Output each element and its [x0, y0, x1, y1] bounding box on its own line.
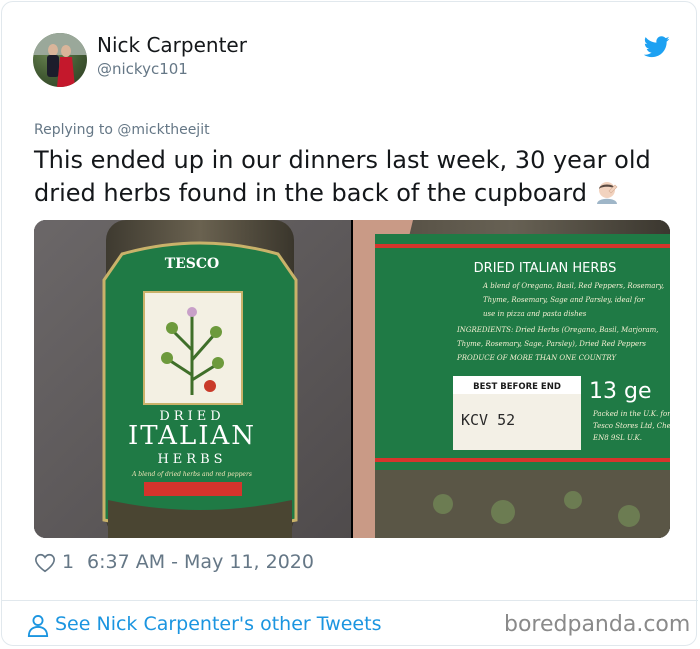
label-tagline: A blend of dried herbs and red peppers [131, 471, 252, 478]
ingredients-line-6: PRODUCE OF MORE THAN ONE COUNTRY [456, 354, 617, 362]
ingredients-line-1: A blend of Oregano, Basil, Red Peppers, … [482, 282, 664, 290]
replying-prefix: Replying to [34, 122, 113, 138]
twitter-bird-icon[interactable] [644, 36, 670, 58]
divider [2, 600, 698, 601]
packed-line-2: Tesco Stores Ltd, Cheshunt [593, 422, 670, 430]
replying-handle-link[interactable]: @micktheejit [117, 122, 209, 138]
author-name[interactable]: Nick Carpenter [97, 33, 247, 57]
timestamp-link[interactable]: 6:37 AM - May 11, 2020 [87, 551, 314, 573]
tweet-text: This ended up in our dinners last week, … [34, 144, 674, 210]
net-weight: 13 ge [589, 379, 652, 404]
brand-label: TESCO [165, 256, 220, 272]
man-facepalming-emoji-icon [596, 182, 618, 204]
best-before-label: BEST BEFORE END [473, 382, 561, 392]
label-word-herbs: HERBS [157, 452, 226, 467]
ingredients-line-2: Thyme, Rosemary, Sage and Parsley, ideal… [483, 296, 645, 304]
replying-to: Replying to @micktheejit [34, 122, 210, 138]
heart-icon[interactable] [34, 552, 56, 574]
avatar[interactable] [33, 33, 87, 87]
tweet-body: This ended up in our dinners last week, … [34, 146, 651, 207]
like-count: 1 [62, 551, 75, 573]
tweet-card: Nick Carpenter @nickyc101 Replying to @m… [1, 1, 698, 646]
person-icon [27, 615, 49, 637]
packed-line-1: Packed in the U.K. for [592, 410, 670, 418]
back-title: DRIED ITALIAN HERBS [474, 261, 617, 276]
media-grid: TESCO DRIED ITALIAN HERBS A blend of dri… [34, 220, 670, 538]
see-other-tweets-label: See Nick Carpenter's other Tweets [55, 613, 382, 635]
photo-herb-jar-back[interactable]: DRIED ITALIAN HERBS A blend of Oregano, … [353, 220, 670, 538]
ingredients-line-3: use in pizza and pasta dishes [483, 310, 587, 318]
author-handle[interactable]: @nickyc101 [97, 60, 188, 78]
avatar-photo [33, 33, 87, 87]
packed-line-3: EN8 9SL U.K. [592, 434, 642, 442]
ingredients-line-5: Thyme, Rosemary, Sage, Parsley), Dried R… [457, 340, 646, 348]
ingredients-line-4: INGREDIENTS: Dried Herbs (Oregano, Basil… [456, 326, 659, 334]
photo-herb-jar-front[interactable]: TESCO DRIED ITALIAN HERBS A blend of dri… [34, 220, 351, 538]
label-word-italian: ITALIAN [128, 421, 256, 451]
boredpanda-watermark: boredpanda.com [504, 612, 691, 637]
herb-jar-back-image: DRIED ITALIAN HERBS A blend of Oregano, … [353, 220, 670, 538]
herb-jar-front-image: TESCO DRIED ITALIAN HERBS A blend of dri… [34, 220, 351, 538]
best-before-code: KCV 52 [461, 411, 515, 429]
